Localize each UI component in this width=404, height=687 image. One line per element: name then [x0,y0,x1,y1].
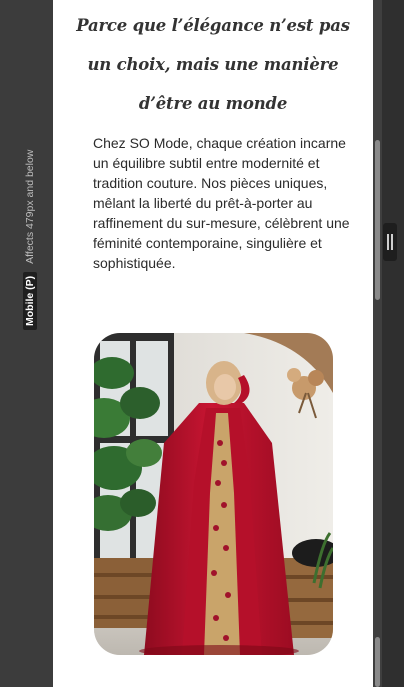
resize-handle[interactable] [383,223,397,261]
breakpoint-indicator[interactable]: Mobile (P) Affects 479px and below [22,120,38,330]
tagline-line: d’être au monde [138,94,288,113]
breakpoint-description: Affects 479px and below [24,149,36,264]
scrollbar[interactable] [373,0,382,687]
scrollbar-thumb-secondary[interactable] [375,637,380,687]
grip-line [387,234,389,250]
tagline-heading: Parce que l’élégance n’est pas un choix,… [53,0,373,123]
grip-line [391,234,393,250]
breakpoint-name: Mobile (P) [23,271,37,330]
editor-left-panel: Mobile (P) Affects 479px and below [0,0,53,687]
hero-image[interactable] [94,333,333,655]
page-canvas: Parce que l’élégance n’est pas un choix,… [53,0,373,687]
editor-right-panel [373,0,404,687]
dress-photo [94,333,333,655]
intro-paragraph: Chez SO Mode, chaque création incarne un… [93,135,350,271]
scrollbar-thumb[interactable] [375,140,380,300]
tagline-line: Parce que l’élégance n’est pas [76,16,350,35]
tagline-line: un choix, mais une manière [87,55,339,74]
